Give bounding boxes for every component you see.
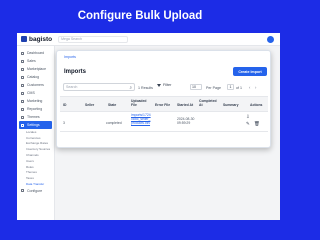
- cms-icon: [21, 91, 24, 95]
- page-headline: Configure Bulk Upload: [77, 10, 203, 22]
- sidebar-item-label: Configure: [27, 188, 43, 193]
- logo[interactable]: bagisto: [21, 36, 52, 43]
- delete-icon[interactable]: 🗑: [254, 121, 260, 127]
- imports-panel: Imports Imports Create Import Search ⌕ 1…: [56, 50, 271, 148]
- sidebar-item-marketplace[interactable]: Marketplace: [19, 65, 52, 73]
- page-of-label: of 1: [236, 85, 242, 90]
- sidebar-item-label: Reporting: [27, 107, 43, 111]
- table-row: 3 completed imports/17240855_seller_prod…: [60, 112, 268, 132]
- settings-icon: [21, 123, 24, 127]
- column-header-uploaded-file[interactable]: Uploaded File: [131, 99, 151, 107]
- imports-table: ID Seller State Uploaded File Error File…: [60, 96, 268, 132]
- filter-icon: [157, 83, 161, 87]
- sidebar-item-label: Dashboard: [27, 51, 45, 55]
- customers-icon: [21, 83, 24, 87]
- sidebar-item-reporting[interactable]: Reporting: [19, 105, 52, 113]
- sidebar-item-label: Catalog: [27, 75, 40, 79]
- sidebar-item-configure[interactable]: Configure: [19, 187, 52, 195]
- chevron-right-icon[interactable]: ›: [255, 85, 256, 90]
- download-icon[interactable]: ⇩: [246, 114, 250, 120]
- column-header-started-at[interactable]: Started At: [177, 103, 193, 107]
- sidebar-item-marketing[interactable]: Marketing: [19, 97, 52, 105]
- search-placeholder: Search: [66, 85, 78, 89]
- sidebar-item-themes[interactable]: Themes: [19, 113, 52, 121]
- sidebar-item-label: Marketing: [27, 99, 43, 103]
- column-header-state[interactable]: State: [108, 103, 116, 107]
- filter-label: Filter: [163, 83, 172, 87]
- avatar[interactable]: [267, 36, 274, 43]
- sidebar-item-label: CMS: [27, 91, 35, 95]
- filter-button[interactable]: Filter: [157, 83, 171, 87]
- themes-icon: [21, 115, 24, 119]
- logo-icon: [21, 36, 27, 42]
- sales-icon: [21, 59, 24, 63]
- sidebar-item-label: Customers: [27, 83, 44, 87]
- cell-started-at: 2024-08-30 09:59:29: [177, 117, 195, 125]
- top-bar: bagisto Mega Search: [17, 33, 280, 46]
- create-import-button[interactable]: Create Import: [233, 67, 267, 76]
- column-header-error-file[interactable]: Error File: [155, 103, 170, 107]
- sidebar-item-sales[interactable]: Sales: [19, 57, 52, 65]
- edit-icon[interactable]: ✎: [246, 121, 250, 127]
- cell-state: completed: [106, 121, 122, 125]
- table-header: ID Seller State Uploaded File Error File…: [60, 96, 268, 112]
- column-header-id[interactable]: ID: [63, 103, 66, 107]
- column-header-summary[interactable]: Summary: [223, 103, 238, 107]
- column-header-actions: Actions: [250, 103, 263, 107]
- column-header-completed-at[interactable]: Completed At: [199, 99, 219, 107]
- search-input[interactable]: Search ⌕: [63, 83, 135, 91]
- marketing-icon: [21, 99, 24, 103]
- column-header-seller[interactable]: Seller: [85, 103, 94, 107]
- catalog-icon: [21, 75, 24, 79]
- sidebar-item-customers[interactable]: Customers: [19, 81, 52, 89]
- reporting-icon: [21, 107, 24, 111]
- sidebar-item-cms[interactable]: CMS: [19, 89, 52, 97]
- sidebar-item-label: Marketplace: [27, 67, 47, 71]
- page-title: Imports: [64, 69, 87, 75]
- page-number-input[interactable]: 1: [227, 84, 234, 90]
- sidebar-item-dashboard[interactable]: Dashboard: [19, 49, 52, 57]
- cell-uploaded-file-link[interactable]: imports/17240855_seller_products.csv: [131, 113, 152, 125]
- chevron-left-icon[interactable]: ‹: [249, 85, 250, 90]
- sidebar-item-label: Themes: [27, 115, 40, 119]
- configure-icon: [21, 189, 24, 193]
- logo-text: bagisto: [29, 35, 53, 43]
- sidebar-item-catalog[interactable]: Catalog: [19, 73, 52, 81]
- sidebar-item-label: Sales: [27, 59, 36, 63]
- search-icon[interactable]: ⌕: [130, 85, 132, 90]
- dashboard-icon: [21, 51, 24, 55]
- breadcrumb[interactable]: Imports: [64, 55, 76, 59]
- cell-id: 3: [63, 121, 65, 125]
- per-page-select[interactable]: 10: [190, 84, 202, 90]
- sidebar: Dashboard Sales Marketplace Catalog Cust…: [17, 46, 55, 220]
- sidebar-item-settings[interactable]: Settings: [19, 121, 52, 129]
- marketplace-icon: [21, 67, 24, 71]
- sidebar-item-label: Settings: [27, 123, 40, 127]
- results-count: 1 Results: [138, 85, 153, 90]
- per-page-label: Per Page: [206, 85, 221, 90]
- mega-search-input[interactable]: Mega Search: [58, 35, 129, 43]
